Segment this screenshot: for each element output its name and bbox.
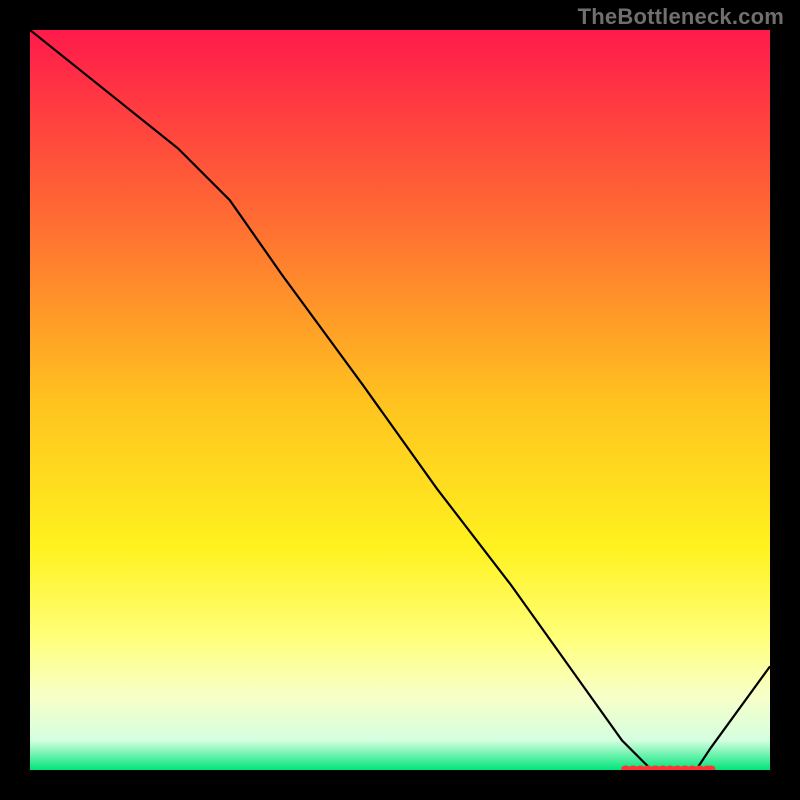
watermark-text: TheBottleneck.com (578, 4, 784, 30)
chart-frame: TheBottleneck.com (0, 0, 800, 800)
chart-svg (30, 30, 770, 770)
plot-area (30, 30, 770, 770)
flat-segment-markers (621, 766, 715, 771)
gradient-background (30, 30, 770, 770)
